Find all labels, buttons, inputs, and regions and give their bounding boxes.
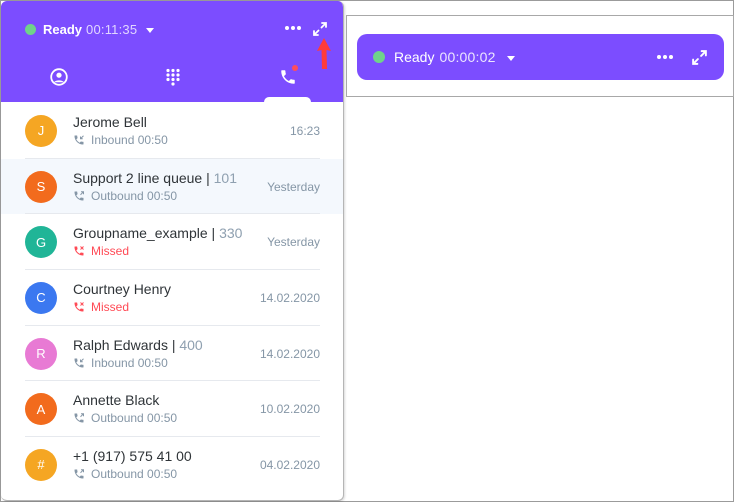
call-date: 10.02.2020 — [259, 402, 320, 417]
status-indicator-icon — [373, 51, 385, 63]
call-date: 04.02.2020 — [259, 457, 320, 472]
avatar: C — [25, 281, 57, 314]
avatar: # — [25, 448, 57, 481]
more-icon[interactable] — [283, 21, 303, 35]
call-detail: Inbound 00:50 — [73, 356, 203, 370]
contact-name-line: Jerome Bell — [73, 114, 168, 130]
avatar: J — [25, 114, 57, 147]
call-list-item[interactable]: G Groupname_example | 330 Missed Yesterday — [1, 214, 343, 271]
call-info: +1 (917) 575 41 00 Outbound 00:50 — [73, 448, 192, 481]
call-date: 14.02.2020 — [259, 346, 320, 361]
call-list-item[interactable]: # +1 (917) 575 41 00 Outbound 00:50 04.02.2… — [1, 437, 343, 493]
call-info: Annette Black Outbound 00:50 — [73, 392, 177, 425]
tab-bar — [1, 61, 343, 102]
collapsed-call-widget: Ready 00:00:02 — [357, 34, 724, 80]
user-circle-icon — [50, 67, 68, 91]
call-date: 16:23 — [289, 123, 320, 138]
status-timer: 00:00:02 — [439, 49, 496, 65]
call-list-item[interactable]: S Support 2 line queue | 101 Outbound 00:5… — [1, 158, 343, 215]
call-date: Yesterday — [267, 179, 320, 194]
missed-calls-badge — [292, 65, 298, 71]
call-list-item[interactable]: A Annette Black Outbound 00:50 10.02.2020 — [1, 381, 343, 438]
widget-header: Ready 00:11:35 — [1, 1, 343, 102]
call-detail-text: Outbound 00:50 — [91, 467, 178, 482]
call-list-item[interactable]: J Jerome Bell Inbound 00:50 16:23 — [1, 103, 343, 159]
contact-extension: 101 — [213, 169, 237, 186]
contact-name: Support 2 line queue — [73, 169, 203, 186]
ext-separator: | — [167, 336, 180, 353]
contact-name: Annette Black — [73, 392, 160, 409]
call-detail: Outbound 00:50 — [73, 467, 192, 481]
avatar: A — [25, 393, 57, 426]
call-detail: Outbound 00:50 — [73, 411, 177, 425]
call-info: Support 2 line queue | 101 Outbound 00:50 — [73, 170, 237, 203]
contact-name: Groupname_example — [73, 225, 208, 242]
chevron-down-icon — [146, 27, 155, 33]
call-detail-text: Outbound 00:50 — [91, 188, 178, 203]
tab-calls[interactable] — [268, 61, 308, 97]
outbound-call-icon — [73, 412, 85, 424]
contact-extension: 400 — [179, 336, 203, 353]
call-info: Ralph Edwards | 400 Inbound 00:50 — [73, 337, 203, 370]
outbound-call-icon — [73, 190, 85, 202]
contact-name-line: Support 2 line queue | 101 — [73, 170, 237, 186]
inbound-call-icon — [73, 134, 85, 146]
ext-separator: | — [207, 225, 220, 242]
more-icon[interactable] — [655, 50, 675, 64]
status-label: Ready — [394, 49, 435, 65]
call-info: Groupname_example | 330 Missed — [73, 225, 242, 258]
outbound-call-icon — [73, 468, 85, 480]
call-list-item[interactable]: C Courtney Henry Missed 14.02.2020 — [1, 270, 343, 326]
contact-name-line: Courtney Henry — [73, 281, 171, 297]
contact-name-line: Annette Black — [73, 392, 177, 408]
call-info: Courtney Henry Missed — [73, 281, 171, 314]
tab-contacts[interactable] — [39, 61, 79, 97]
ext-separator: | — [202, 169, 214, 186]
status-indicator-icon — [25, 23, 36, 35]
status-label: Ready — [43, 21, 83, 37]
call-date: Yesterday — [267, 235, 320, 250]
contact-name-line: Groupname_example | 330 — [73, 225, 242, 241]
call-detail: Inbound 00:50 — [73, 133, 168, 147]
avatar: G — [25, 226, 57, 259]
contact-extension: 330 — [219, 225, 243, 242]
status-timer: 00:11:35 — [86, 21, 138, 37]
avatar: S — [25, 170, 57, 203]
contact-name-line: Ralph Edwards | 400 — [73, 337, 203, 353]
call-detail-text: Inbound 00:50 — [91, 133, 168, 147]
chevron-down-icon — [506, 55, 515, 61]
status-selector[interactable]: Ready 00:11:35 — [25, 18, 155, 40]
contact-name: Ralph Edwards — [73, 336, 168, 353]
expand-icon[interactable] — [690, 48, 708, 66]
call-list-item[interactable]: R Ralph Edwards | 400 Inbound 00:50 14.02.2… — [1, 326, 343, 382]
call-detail: Outbound 00:50 — [73, 189, 237, 203]
call-info: Jerome Bell Inbound 00:50 — [73, 114, 168, 147]
status-selector[interactable]: Ready 00:00:02 — [373, 46, 515, 68]
call-detail-text: Outbound 00:50 — [91, 411, 178, 426]
expanded-call-widget: Ready 00:11:35 J Jerome Bell Inbound 00:… — [1, 1, 344, 501]
call-detail-text: Missed — [91, 244, 130, 259]
missed-call-icon — [73, 301, 85, 313]
call-detail: Missed — [73, 300, 171, 314]
contact-name: Jerome Bell — [73, 114, 147, 130]
call-history-list: J Jerome Bell Inbound 00:50 16:23 S Support 2… — [1, 103, 343, 493]
call-detail-text: Missed — [91, 300, 130, 315]
annotation-arrow-icon — [317, 38, 331, 69]
avatar: R — [25, 337, 57, 370]
inbound-call-icon — [73, 357, 85, 369]
contact-name: Courtney Henry — [73, 281, 172, 298]
call-detail: Missed — [73, 244, 242, 258]
dialpad-icon — [164, 68, 182, 91]
call-date: 14.02.2020 — [259, 290, 320, 305]
contact-name-line: +1 (917) 575 41 00 — [73, 448, 192, 464]
tab-dialpad[interactable] — [153, 61, 193, 97]
missed-call-icon — [73, 245, 85, 257]
call-detail-text: Inbound 00:50 — [91, 355, 168, 370]
contact-name: +1 (917) 575 41 00 — [73, 448, 192, 465]
